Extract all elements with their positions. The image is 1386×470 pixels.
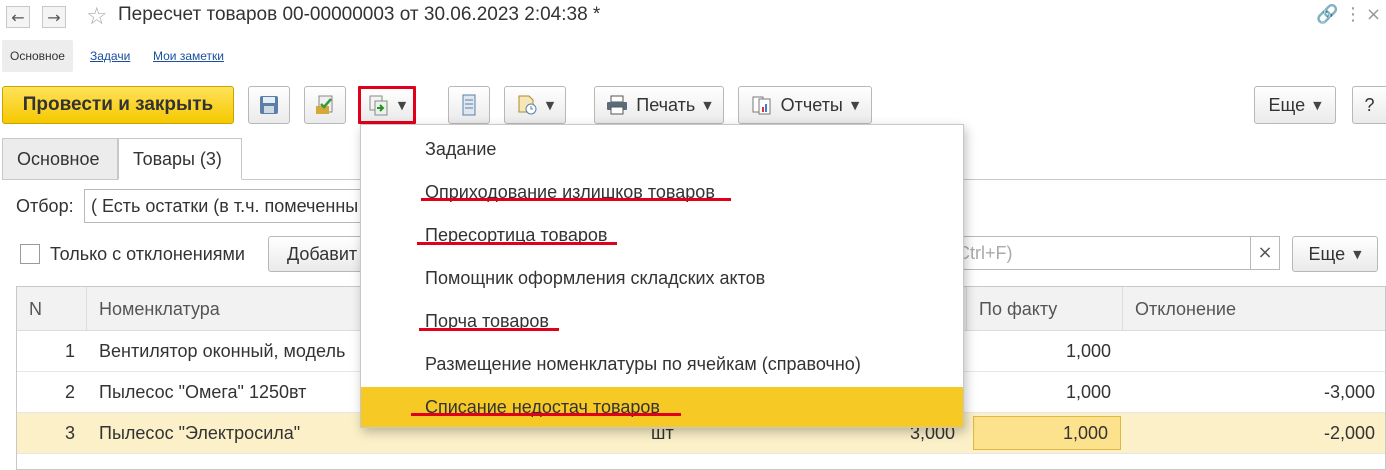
section-main[interactable]: Основное: [2, 40, 73, 72]
post-button[interactable]: [304, 86, 346, 124]
create-based-on-button[interactable]: ▼: [358, 86, 416, 124]
fact-qty[interactable]: 1,000: [973, 416, 1121, 450]
chevron-down-icon: ▼: [1313, 98, 1322, 112]
menu-item-surplus-receipt[interactable]: Оприходование излишков товаров: [361, 172, 963, 212]
menu-item-regrading[interactable]: Пересортица товаров: [361, 215, 963, 255]
close-icon[interactable]: ×: [1366, 4, 1381, 25]
structure-button[interactable]: [448, 86, 490, 124]
post-document-icon: [316, 95, 333, 114]
create-based-on-icon: [369, 95, 388, 116]
print-button[interactable]: Печать ▼: [594, 86, 724, 124]
reports-icon: [752, 96, 771, 115]
annotation-underline: [421, 198, 731, 201]
help-button[interactable]: ?: [1352, 86, 1386, 124]
annotation-underline: [411, 413, 681, 416]
row-number: 1: [64, 341, 75, 361]
only-deviations-label: Только с отклонениями: [50, 244, 245, 264]
create-based-on-menu: Задание Оприходование излишков товаров П…: [360, 124, 964, 428]
attachments-button[interactable]: ▼: [504, 86, 566, 124]
add-button[interactable]: Добавит: [268, 236, 374, 272]
fact-qty: 1,000: [1065, 341, 1111, 361]
tab-main[interactable]: Основное: [2, 138, 118, 180]
deviation-qty: -2,000: [1323, 423, 1375, 443]
clear-search-button[interactable]: ×: [1250, 236, 1280, 270]
row-number: 2: [64, 382, 75, 402]
deviation-qty: -3,000: [1323, 382, 1375, 402]
link-icon[interactable]: 🔗: [1316, 4, 1338, 25]
table-more-label: Еще: [1308, 243, 1346, 264]
printer-icon: [607, 95, 628, 115]
chevron-down-icon: ▼: [1353, 247, 1362, 261]
close-icon: ×: [1257, 242, 1273, 263]
row-number: 3: [64, 423, 75, 443]
back-button[interactable]: ←: [6, 6, 30, 28]
arrow-right-icon: →: [47, 7, 61, 27]
section-notes[interactable]: Мои заметки: [145, 40, 232, 72]
chevron-down-icon: ▼: [397, 98, 407, 112]
filter-label: Отбор:: [16, 196, 74, 216]
kebab-menu-icon[interactable]: ⋮: [1344, 4, 1362, 25]
menu-item-shortage-writeoff[interactable]: Списание недостач товаров: [361, 387, 963, 427]
forward-button[interactable]: →: [42, 6, 66, 28]
menu-item-goods-damage[interactable]: Порча товаров: [361, 301, 963, 341]
menu-item-warehouse-acts-assistant[interactable]: Помощник оформления складских актов: [361, 258, 963, 298]
tab-goods[interactable]: Товары (3): [118, 138, 242, 180]
section-tasks[interactable]: Задачи: [82, 40, 138, 72]
more-label: Еще: [1268, 94, 1306, 115]
search-input[interactable]: Ctrl+F): [950, 236, 1250, 270]
print-label: Печать: [636, 94, 696, 115]
chevron-down-icon: ▼: [850, 98, 860, 112]
column-header-fact[interactable]: По факту: [967, 287, 1123, 331]
favorite-star-icon[interactable]: ☆: [86, 2, 108, 30]
more-button[interactable]: Еще ▼: [1254, 86, 1336, 124]
chevron-down-icon: ▼: [545, 98, 555, 112]
chevron-down-icon: ▼: [703, 98, 712, 112]
filter-field[interactable]: ( Есть остатки (в т.ч. помеченны: [84, 189, 374, 223]
window-title: Пересчет товаров 00-00000003 от 30.06.20…: [118, 4, 601, 25]
column-header-n[interactable]: N: [17, 287, 87, 331]
table-more-button[interactable]: Еще ▼: [1292, 236, 1378, 272]
annotation-underline: [417, 242, 617, 245]
post-and-close-button[interactable]: Провести и закрыть: [2, 86, 234, 124]
menu-item-cell-placement[interactable]: Размещение номенклатуры по ячейкам (спра…: [361, 344, 963, 384]
reports-label: Отчеты: [780, 94, 843, 115]
menu-item-task[interactable]: Задание: [361, 129, 963, 169]
fact-qty: 1,000: [1065, 382, 1111, 402]
document-clock-icon: [518, 95, 537, 115]
only-deviations-checkbox[interactable]: [20, 244, 40, 264]
arrow-left-icon: ←: [11, 7, 25, 27]
save-button[interactable]: [248, 86, 290, 124]
floppy-disk-icon: [260, 96, 278, 114]
annotation-underline: [419, 328, 559, 331]
deviation-qty: [1123, 331, 1385, 371]
column-header-deviation[interactable]: Отклонение: [1123, 287, 1385, 331]
list-icon: [462, 94, 476, 116]
reports-button[interactable]: Отчеты ▼: [738, 86, 872, 124]
